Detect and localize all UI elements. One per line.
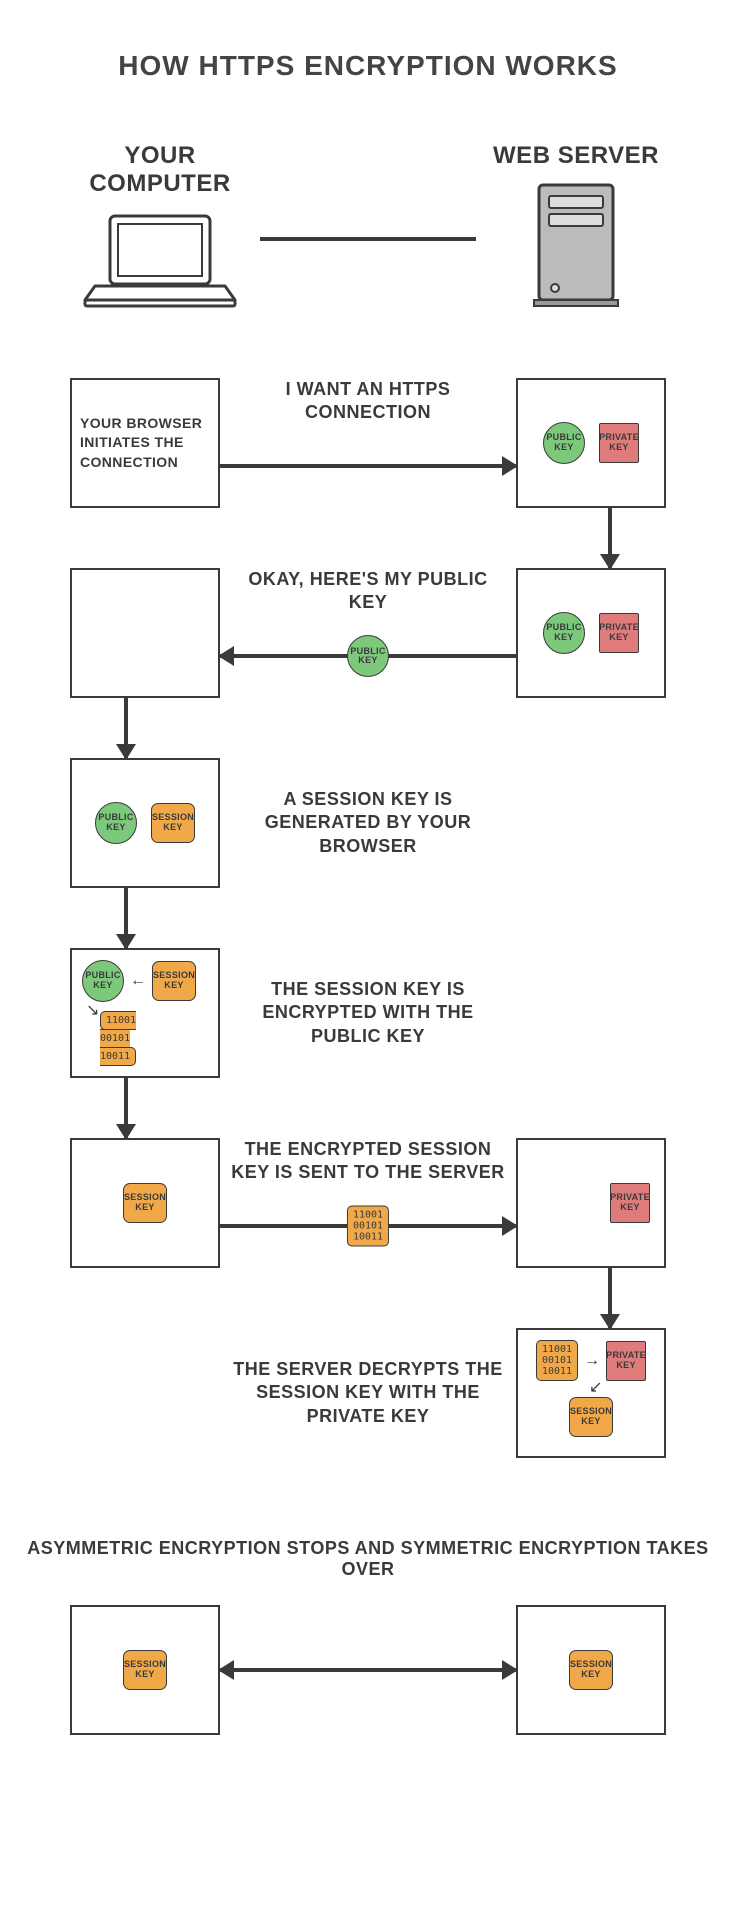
arrow-right-icon: 11001 00101 10011 xyxy=(220,1224,516,1228)
public-key-icon: PUBLICKEY xyxy=(543,612,585,654)
session-key-icon: SESSIONKEY xyxy=(123,1650,167,1690)
server-label: WEB SERVER xyxy=(476,142,676,170)
server-box-2: PUBLICKEY PRIVATEKEY xyxy=(516,568,666,698)
client-label: YOUR COMPUTER xyxy=(60,142,260,198)
ciphertext-on-arrow: 11001 00101 10011 xyxy=(347,1206,389,1247)
step-5: SESSIONKEY THE ENCRYPTED SESSION KEY IS … xyxy=(20,1138,716,1268)
diagram-title: HOW HTTPS ENCRYPTION WORKS xyxy=(20,50,716,82)
client-box-1: YOUR BROWSER INITIATES THE CONNECTION xyxy=(70,378,220,508)
server-icon xyxy=(476,180,676,310)
client-box-4: PUBLICKEY ← SESSIONKEY ↘ 11001 00101 100… xyxy=(70,948,220,1078)
step2-label: OKAY, HERE'S MY PUBLIC KEY xyxy=(220,568,516,615)
footer-label: ASYMMETRIC ENCRYPTION STOPS AND SYMMETRI… xyxy=(20,1538,716,1580)
private-key-icon: PRIVATEKEY xyxy=(610,1183,650,1223)
small-arrow-right-icon: → xyxy=(584,1352,600,1370)
arrow-right-icon xyxy=(220,464,516,468)
down-arrow-icon xyxy=(608,508,612,568)
private-key-icon: PRIVATEKEY xyxy=(599,613,639,653)
step-3: PUBLICKEY SESSIONKEY A SESSION KEY IS GE… xyxy=(20,758,716,888)
down-arrow-icon xyxy=(124,1078,128,1138)
server-box-final: SESSIONKEY xyxy=(516,1605,666,1735)
client-box-3: PUBLICKEY SESSIONKEY xyxy=(70,758,220,888)
step-2: OKAY, HERE'S MY PUBLIC KEY PUBLICKEY PUB… xyxy=(20,568,716,698)
public-key-on-arrow: PUBLICKEY xyxy=(347,635,389,677)
private-key-icon: PRIVATEKEY xyxy=(606,1341,646,1381)
step-1: YOUR BROWSER INITIATES THE CONNECTION I … xyxy=(20,378,716,508)
small-arrow-down-icon: ↙ xyxy=(589,1377,602,1397)
ciphertext-icon: 11001 00101 10011 xyxy=(100,1011,136,1066)
session-key-icon: SESSIONKEY xyxy=(151,803,195,843)
down-arrow-icon xyxy=(124,888,128,948)
laptop-icon xyxy=(60,208,260,318)
final-row: SESSIONKEY SESSIONKEY xyxy=(20,1605,716,1735)
public-key-icon: PUBLICKEY xyxy=(543,422,585,464)
session-key-icon: SESSIONKEY xyxy=(569,1397,613,1437)
connection-line xyxy=(260,237,476,241)
client-box-final: SESSIONKEY xyxy=(70,1605,220,1735)
step5-label: THE ENCRYPTED SESSION KEY IS SENT TO THE… xyxy=(220,1138,516,1185)
server-box-1: PUBLICKEY PRIVATEKEY xyxy=(516,378,666,508)
public-key-icon: PUBLICKEY xyxy=(82,960,124,1002)
step4-label: THE SESSION KEY IS ENCRYPTED WITH THE PU… xyxy=(220,978,516,1048)
session-key-icon: SESSIONKEY xyxy=(123,1183,167,1223)
down-arrow-icon xyxy=(608,1268,612,1328)
down-arrow-icon xyxy=(124,698,128,758)
header-row: YOUR COMPUTER WEB SERVER xyxy=(20,142,716,318)
step-4: PUBLICKEY ← SESSIONKEY ↘ 11001 00101 100… xyxy=(20,948,716,1078)
step1-label: I WANT AN HTTPS CONNECTION xyxy=(220,378,516,425)
small-arrow-left-icon: ← xyxy=(130,972,146,990)
client-box-5: SESSIONKEY xyxy=(70,1138,220,1268)
step6-label: THE SERVER DECRYPTS THE SESSION KEY WITH… xyxy=(220,1358,516,1428)
arrow-bidirectional-icon xyxy=(220,1668,516,1672)
client-box-2 xyxy=(70,568,220,698)
server-box-6: 11001 00101 10011 → PRIVATEKEY ↙ SESSION… xyxy=(516,1328,666,1458)
small-arrow-down-icon: ↘ xyxy=(86,1000,99,1020)
session-key-icon: SESSIONKEY xyxy=(152,961,196,1001)
step3-label: A SESSION KEY IS GENERATED BY YOUR BROWS… xyxy=(220,788,516,858)
server-box-5: PRIVATEKEY xyxy=(516,1138,666,1268)
public-key-icon: PUBLICKEY xyxy=(95,802,137,844)
private-key-icon: PRIVATEKEY xyxy=(599,423,639,463)
step1-box-text: YOUR BROWSER INITIATES THE CONNECTION xyxy=(80,414,210,473)
ciphertext-icon: 11001 00101 10011 xyxy=(536,1340,578,1381)
arrow-left-icon: PUBLICKEY xyxy=(220,654,516,658)
session-key-icon: SESSIONKEY xyxy=(569,1650,613,1690)
step-6: THE SERVER DECRYPTS THE SESSION KEY WITH… xyxy=(20,1328,716,1458)
